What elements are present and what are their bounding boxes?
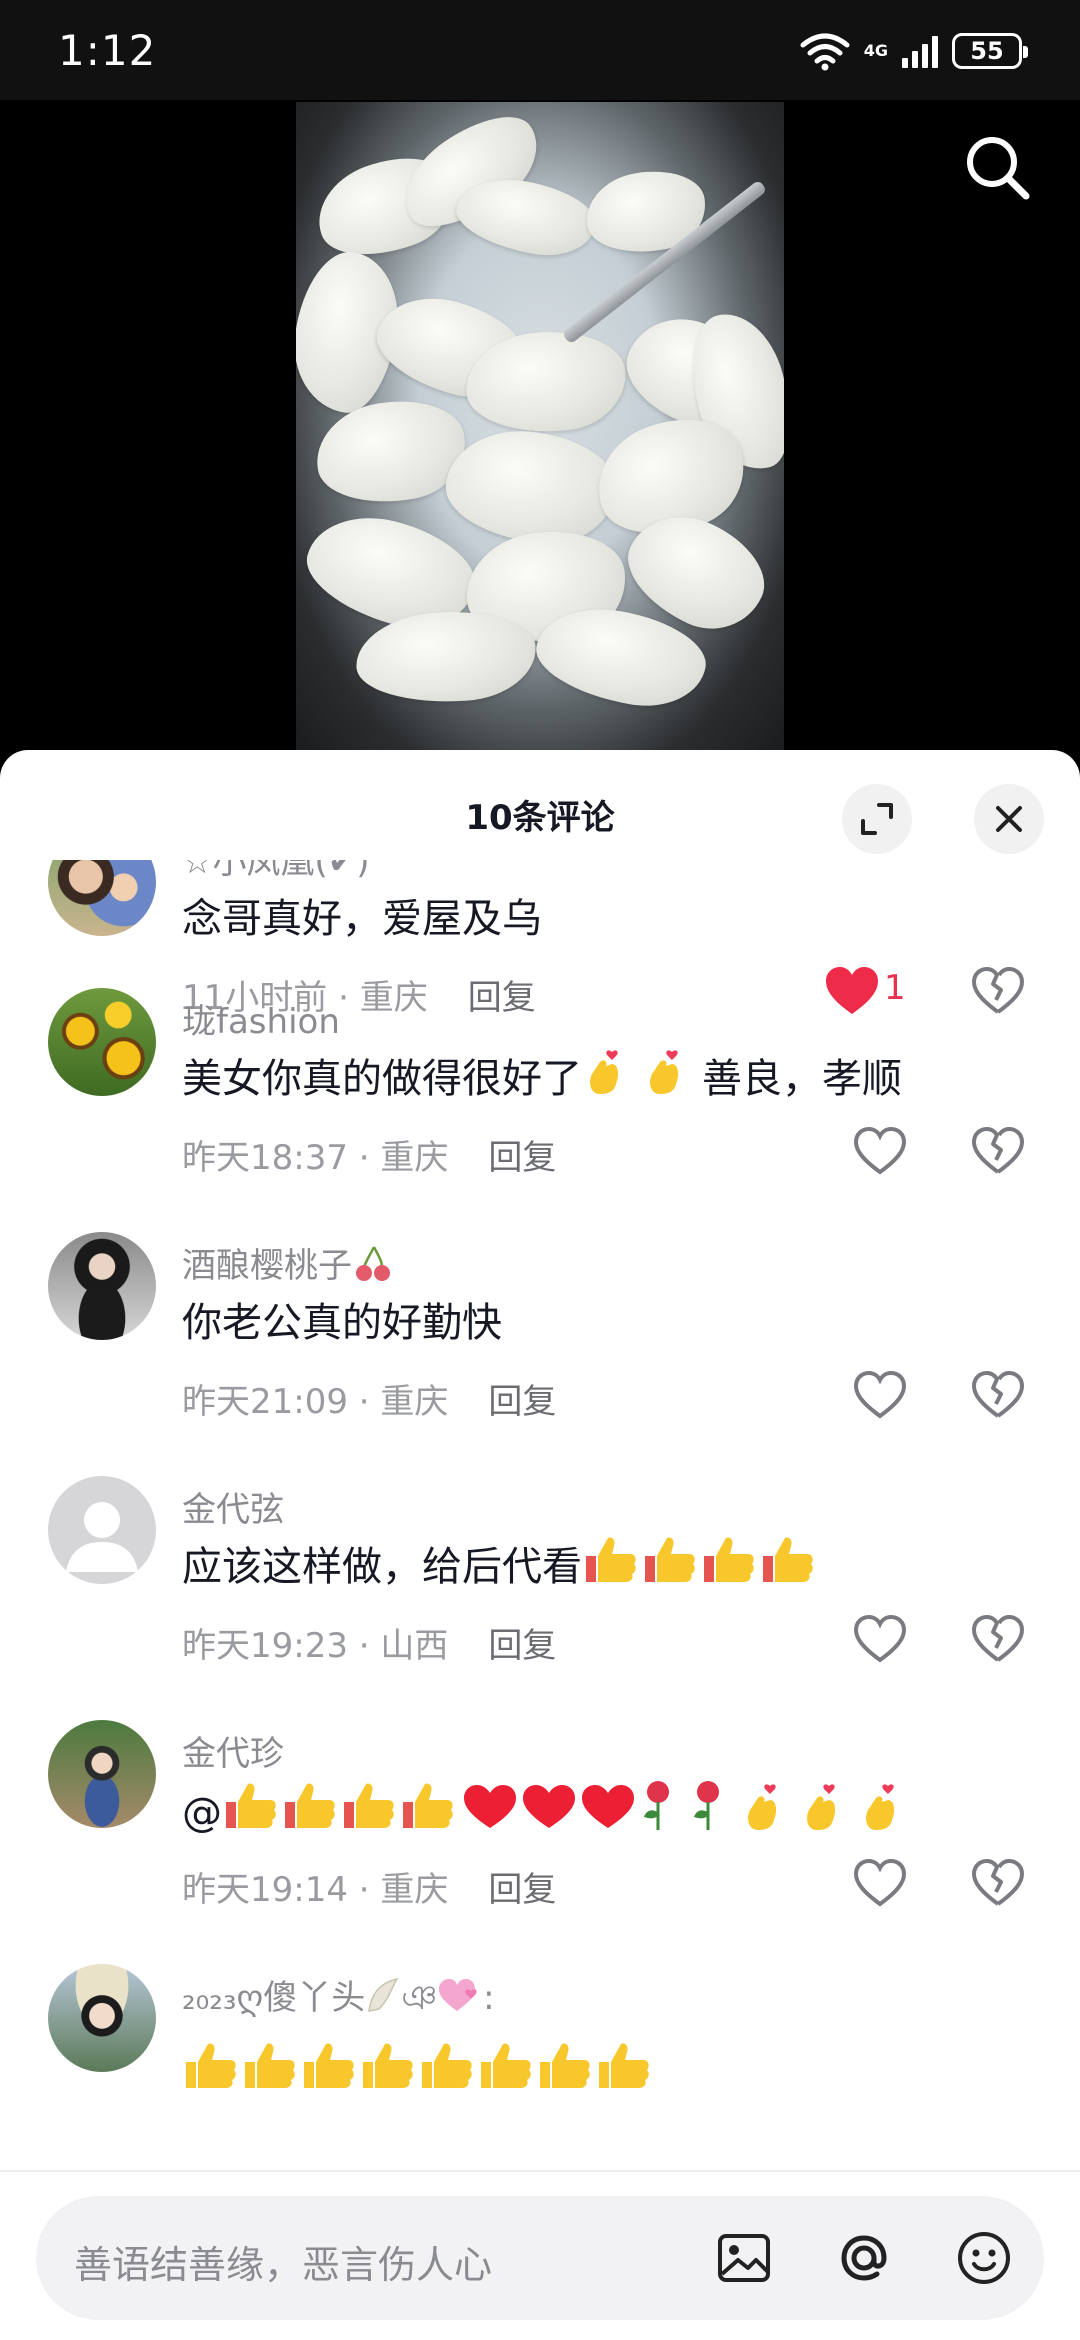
comment-meta: 昨天18:37 · 重庆 回复: [182, 1138, 557, 1178]
comment-username[interactable]: 金代弦: [182, 1482, 284, 1531]
image-icon[interactable]: [712, 2226, 776, 2290]
comment-username[interactable]: ☆小凤凰(✔): [182, 860, 370, 883]
comment-time: 昨天19:23: [182, 1626, 348, 1666]
heart-icon[interactable]: [850, 1610, 910, 1670]
comment-location: 重庆: [380, 1870, 449, 1910]
comment-item: 金代弦 应该这样做，给后代看 昨天19:23 · 山西 回复: [0, 1476, 1080, 1720]
comment-text-row: 应该这样做，给后代看: [182, 1534, 820, 1592]
comment-username[interactable]: 金代珍: [182, 1726, 284, 1775]
battery-level: 55: [970, 37, 1004, 65]
expand-icon: [861, 803, 893, 835]
comment-username-row[interactable]: 酒酿樱桃子: [182, 1238, 394, 1287]
finger-heart-emoji-icon: [650, 1050, 679, 1094]
avatar[interactable]: [48, 1476, 156, 1584]
comment-text-row: @: [182, 1778, 920, 1836]
comment-text: 美女你真的做得很好了: [182, 1056, 582, 1102]
avatar[interactable]: [48, 1232, 156, 1340]
comment-location: 重庆: [380, 1138, 449, 1178]
comment-input-placeholder: 善语结善缘，恶言伤人心: [74, 2243, 493, 2287]
heart-icon[interactable]: [850, 1122, 910, 1182]
battery-icon: 55: [952, 33, 1028, 69]
thumbs-up-emoji-icon: [586, 1537, 813, 1582]
thumbs-up-emoji-icon: [186, 2043, 649, 2088]
broken-heart-icon[interactable]: [968, 1854, 1028, 1914]
comment-time: 昨天21:09: [182, 1382, 348, 1422]
emoji-icon[interactable]: [952, 2226, 1016, 2290]
status-time: 1:12: [58, 26, 157, 75]
reply-button[interactable]: 回复: [488, 1382, 556, 1422]
wing-emoji-icon: [368, 1977, 399, 2012]
close-icon: [996, 806, 1022, 832]
comment-text: 应该这样做，给后代看: [182, 1544, 582, 1590]
red-heart-emoji-icon: [464, 1785, 634, 1828]
comment-item: 酒酿樱桃子 你老公真的好勤快 昨天21:09 · 重庆 回复: [0, 1232, 1080, 1476]
comment-time: 昨天18:37: [182, 1138, 348, 1178]
comment-input-bar: 善语结善缘，恶言伤人心: [0, 2170, 1080, 2340]
avatar[interactable]: [48, 860, 156, 936]
status-icons: 4G 55: [800, 28, 1028, 74]
comment-item: 金代珍 @ 昨天19:14 · 重庆 回复: [0, 1720, 1080, 1964]
thumbs-up-emoji-icon: [226, 1783, 453, 1828]
at-icon[interactable]: [832, 2226, 896, 2290]
status-bar: 1:12 4G 55: [0, 0, 1080, 100]
default-avatar-icon: [66, 1502, 138, 1572]
reply-button[interactable]: 回复: [488, 1870, 556, 1910]
comment-username: ₂₀₂₃ღ傻丫头: [182, 1978, 366, 2018]
comment-username[interactable]: 珑fashion: [182, 994, 340, 1043]
network-type: 4G: [863, 41, 888, 60]
avatar[interactable]: [48, 1720, 156, 1828]
comment-meta: 昨天19:23 · 山西 回复: [182, 1626, 557, 1666]
broken-heart-icon[interactable]: [968, 1122, 1028, 1182]
comment-count-title: 10条评论: [465, 798, 615, 838]
wifi-icon: [800, 33, 850, 71]
colon-glyph: :: [483, 1978, 495, 2018]
avatar[interactable]: [48, 1964, 156, 2072]
finger-heart-emoji-icon: [748, 1784, 895, 1830]
avatar[interactable]: [48, 988, 156, 1096]
comment-text: @: [182, 1790, 222, 1836]
comment-input[interactable]: 善语结善缘，恶言伤人心: [36, 2196, 1044, 2320]
comment-meta: 昨天19:14 · 重庆 回复: [182, 1870, 557, 1910]
finger-heart-emoji-icon: [590, 1050, 619, 1094]
search-icon[interactable]: [958, 128, 1038, 208]
cherry-emoji-icon: [356, 1246, 390, 1281]
video-player[interactable]: [0, 100, 1080, 760]
comment-time: 昨天19:14: [182, 1870, 348, 1910]
broken-heart-icon[interactable]: [968, 1366, 1028, 1426]
heart-icon[interactable]: [850, 1366, 910, 1426]
reply-button[interactable]: 回复: [488, 1138, 556, 1178]
video-frame[interactable]: [296, 102, 784, 752]
comment-item: ₂₀₂₃ღ傻丫头 ঞ:: [0, 1964, 1080, 2155]
rose-emoji-icon: [643, 1781, 719, 1830]
symbol-glyph: ঞ: [401, 1978, 438, 2018]
comment-username-row[interactable]: ₂₀₂₃ღ傻丫头 ঞ:: [182, 1970, 495, 2029]
expand-button[interactable]: [842, 784, 912, 854]
heart-icon[interactable]: [850, 1854, 910, 1914]
comment-item: 珑fashion 美女你真的做得很好了 善良，孝顺 昨天18:37 · 重庆 回复: [0, 988, 1080, 1232]
comment-location: 重庆: [380, 1382, 449, 1422]
comment-text-row: 美女你真的做得很好了 善良，孝顺: [182, 1046, 902, 1104]
comment-location: 山西: [380, 1626, 449, 1666]
close-button[interactable]: [974, 784, 1044, 854]
comment-list[interactable]: ☆小凤凰(✔) 念哥真好，爱屋及乌 11小时前 · 重庆 回复 1 珑fashio…: [0, 860, 1080, 2155]
signal-icon: [902, 34, 938, 68]
pink-hearts-emoji-icon: [439, 1979, 477, 2011]
comment-meta: 昨天21:09 · 重庆 回复: [182, 1382, 557, 1422]
comment-text: 念哥真好，爱屋及乌: [182, 896, 542, 942]
comment-text: 你老公真的好勤快: [182, 1300, 502, 1346]
comment-sheet: 10条评论 ☆小凤凰(✔) 念哥真好，爱屋及乌 11小时前 · 重庆回复 1: [0, 750, 1080, 2340]
comment-username: 酒酿樱桃子: [182, 1246, 352, 1286]
broken-heart-icon[interactable]: [968, 1610, 1028, 1670]
reply-button[interactable]: 回复: [488, 1626, 556, 1666]
comment-text-tail: 善良，孝顺: [702, 1056, 902, 1102]
